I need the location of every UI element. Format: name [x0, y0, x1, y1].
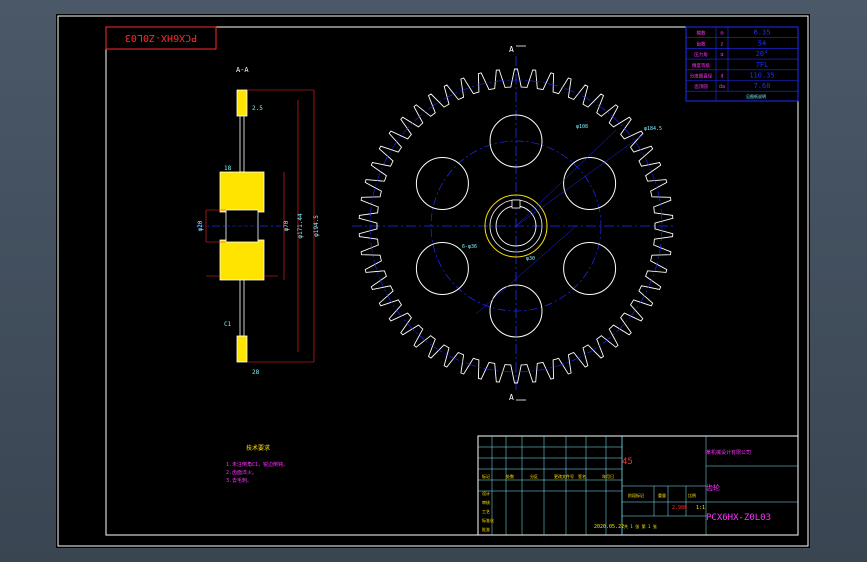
param-symbol: α	[720, 52, 723, 58]
param-footer: 见图纸说明	[746, 93, 766, 99]
material-text: 45	[622, 457, 633, 467]
title-block: 45 某机械设计有限公司 齿轮 PCX6HX-Z0L03 2020.05.22 …	[477, 435, 799, 536]
drawing-sheet: PCX6HX-Z0L03 A-A φ194.5 φ171.44 φ70 φ20 …	[56, 14, 810, 548]
dim-hub-len: 28	[252, 369, 260, 376]
param-label: 精度等级	[692, 62, 710, 69]
note-3: 3.去毛刺。	[226, 477, 252, 484]
dim-root: φ184.5	[644, 126, 662, 132]
keyway	[511, 199, 521, 209]
scale-text: 1:1	[696, 505, 705, 511]
tb-header: 签名	[578, 473, 586, 479]
dim-pitch: φ171.44	[297, 213, 304, 239]
tb-header: 处数	[506, 473, 514, 479]
hub-top	[219, 171, 265, 213]
rim-bottom	[236, 335, 248, 363]
company-text: 某机械设计有限公司	[706, 449, 751, 456]
note-2: 2.齿面淬火。	[226, 469, 257, 476]
dim-rim-w: 18	[224, 165, 232, 172]
tb-role: 标准化	[482, 517, 494, 523]
tb-field: 阶段标记	[628, 492, 644, 498]
param-label: 齿数	[697, 40, 706, 47]
cut-marker-bottom: A	[509, 393, 514, 402]
param-symbol: da	[719, 84, 725, 90]
web-bottom	[239, 279, 245, 337]
section-label: A-A	[236, 66, 249, 74]
tb-field: 比例	[688, 492, 696, 498]
param-label: 压力角	[694, 51, 708, 58]
sheet-label: 共 1 张 第 1 张	[624, 523, 657, 529]
dim-hub: φ70	[283, 220, 290, 231]
web-top	[239, 115, 245, 173]
param-value: 110.35	[749, 72, 774, 80]
gear-drawing: PCX6HX-Z0L03 A-A φ194.5 φ171.44 φ70 φ20 …	[57, 15, 809, 547]
cut-marker-top: A	[509, 45, 514, 54]
dim-bore: φ20	[197, 220, 204, 231]
param-value: 7FL	[756, 61, 769, 69]
tb-header: 标记	[482, 473, 490, 479]
section-view: A-A φ194.5 φ171.44 φ70 φ20 2.5 18 C1 28	[196, 66, 320, 376]
param-label: 齿顶圆	[694, 84, 708, 90]
lightening-hole	[415, 242, 469, 295]
date-text: 2020.05.22	[594, 524, 624, 530]
dim-hole: φ30	[526, 256, 535, 262]
param-symbol: z	[720, 41, 723, 47]
front-view: A A φ108 φ184.5 6-φ36 φ30	[352, 45, 674, 402]
note-1: 1.未注倒角C1，锐边倒钝。	[226, 461, 288, 468]
param-value: 54	[758, 39, 766, 47]
param-symbol: m	[720, 31, 723, 37]
param-symbol: d	[720, 74, 723, 80]
param-value: 7.68	[754, 82, 771, 90]
tb-header: 分区	[530, 473, 538, 479]
dim-chamfer: C1	[224, 321, 232, 328]
tb-header: 年月日	[602, 473, 614, 479]
tb-role: 工艺	[482, 509, 490, 514]
dim-pcd: φ108	[576, 124, 588, 130]
drawing-code: PCX6HX-Z0L03	[706, 513, 771, 523]
notes-title: 技术要求	[246, 444, 270, 452]
param-value: 20°	[756, 50, 769, 58]
rim-top	[236, 89, 248, 117]
tb-role: 批准	[482, 526, 490, 532]
technical-notes: 技术要求 1.未注倒角C1，锐边倒钝。 2.齿面淬火。 3.去毛刺。	[226, 444, 288, 484]
param-label: 分度圆直径	[690, 73, 713, 80]
gear-parameter-table: 模数 m 6.35 齿数 z 54 压力角 α 20° 精度等级 7FL 分度圆直径 d 110.35 齿顶…	[685, 26, 799, 102]
lightening-hole	[563, 157, 617, 210]
inner-frame	[105, 26, 799, 536]
tb-role: 审核	[482, 499, 490, 505]
title-text: 齿轮	[706, 483, 720, 492]
hub-bottom	[219, 239, 265, 281]
tb-field: 重量	[658, 492, 666, 498]
dim-rim-t: 2.5	[252, 105, 263, 112]
param-value: 6.35	[754, 29, 771, 37]
tb-header: 更改文件号	[554, 473, 574, 479]
param-label: 模数	[697, 30, 706, 37]
weight-text: 2.980	[672, 505, 687, 511]
tb-role: 设计	[482, 490, 490, 496]
dim-outer: φ194.5	[313, 215, 320, 237]
rotated-code: PCX6HX-Z0L03	[125, 32, 197, 43]
dim-holes: 6-φ36	[462, 244, 477, 250]
cad-viewport[interactable]: PCX6HX-Z0L03 A-A φ194.5 φ171.44 φ70 φ20 …	[0, 0, 867, 562]
